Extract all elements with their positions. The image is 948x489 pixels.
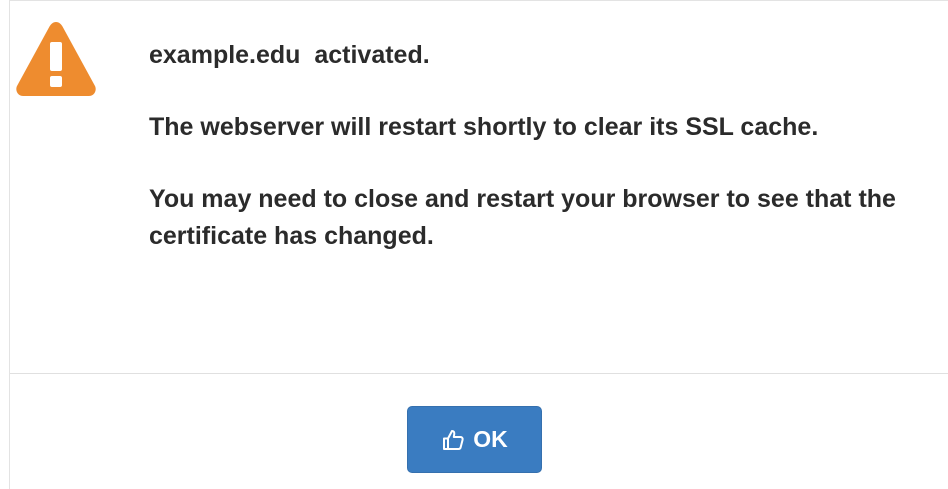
message-line-activated: example.edu activated. — [149, 41, 430, 69]
dialog-message: example.edu activated. The webserver wil… — [149, 37, 939, 290]
thumbs-up-icon — [443, 429, 464, 450]
warning-icon — [16, 22, 96, 96]
message-line-restart: The webserver will restart shortly to cl… — [149, 113, 819, 141]
alert-dialog: example.edu activated. The webserver wil… — [9, 0, 948, 489]
dialog-footer: OK — [10, 375, 948, 489]
message-line-browser: You may need to close and restart your b… — [149, 185, 896, 250]
ok-button-label: OK — [473, 426, 508, 452]
dialog-body: example.edu activated. The webserver wil… — [10, 1, 948, 373]
ok-button[interactable]: OK — [407, 406, 542, 473]
dialog-divider — [10, 373, 948, 374]
